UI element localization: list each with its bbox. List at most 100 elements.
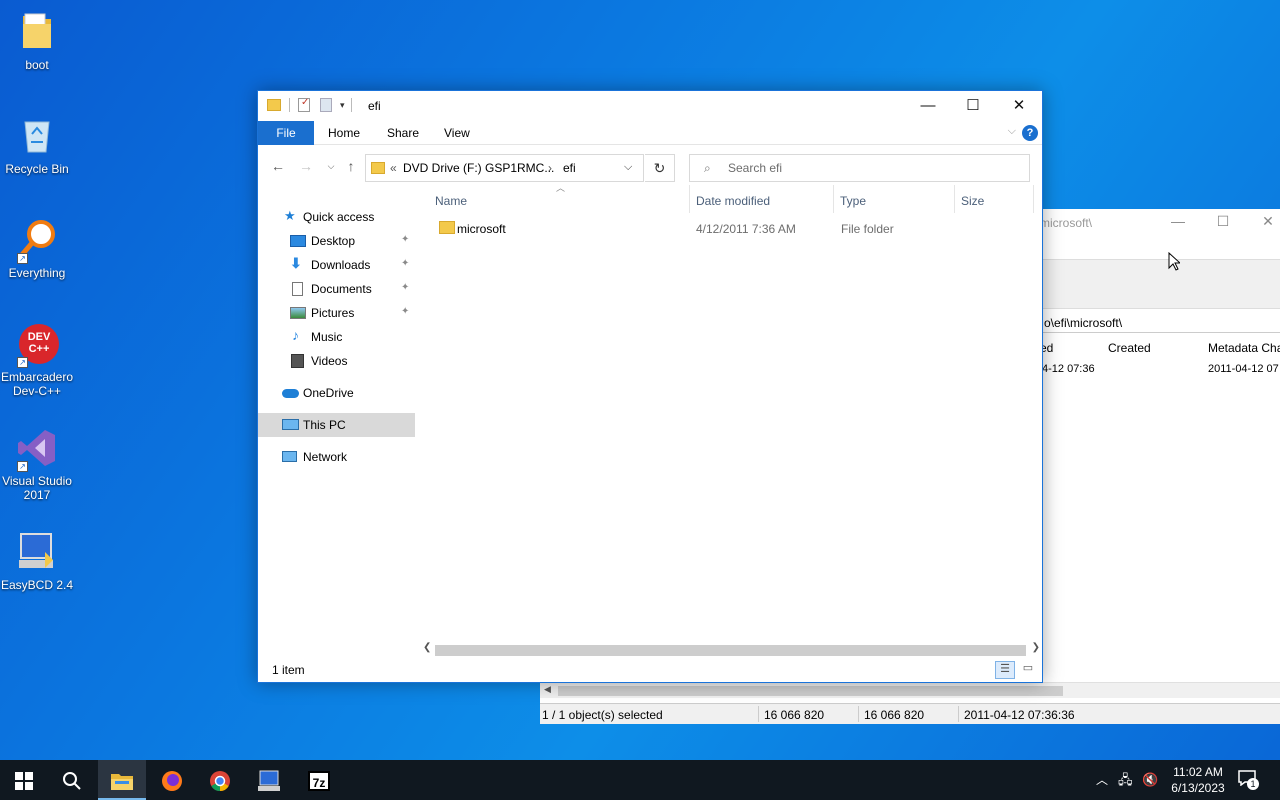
visual-studio-icon: ↗ <box>15 426 59 472</box>
search-input[interactable] <box>728 161 1008 175</box>
close-button[interactable]: ✕ <box>996 91 1042 121</box>
status-selected: 1 / 1 object(s) selected <box>542 708 663 722</box>
nav-videos[interactable]: Videos <box>258 349 415 373</box>
nav-quick-access[interactable]: ★ Quick access <box>258 205 415 229</box>
forward-arrow-icon[interactable]: → <box>296 156 316 176</box>
scrollbar-thumb[interactable] <box>435 645 1026 656</box>
scroll-left-icon[interactable]: ❮ <box>423 642 431 653</box>
maximize-button[interactable]: ☐ <box>950 91 996 121</box>
maximize-icon[interactable]: ☐ <box>1213 213 1233 233</box>
scroll-left-icon[interactable]: ◀ <box>544 684 551 695</box>
navigation-bar: ← → ⌵ ↑ « DVD Drive (F:) GSP1RMC... › ef… <box>258 145 1042 185</box>
folder-icon <box>111 773 133 790</box>
minimize-button[interactable]: — <box>905 91 951 121</box>
new-folder-icon[interactable] <box>320 98 332 112</box>
computer-icon <box>282 419 299 430</box>
column-header-type[interactable]: Type <box>840 194 866 208</box>
help-icon[interactable]: ? <box>1022 125 1038 141</box>
tab-share[interactable]: Share <box>373 121 433 145</box>
column-header-date-modified[interactable]: Date modified <box>696 194 770 208</box>
recent-locations-icon[interactable]: ⌵ <box>321 156 341 176</box>
properties-icon[interactable]: ✓ <box>298 97 310 112</box>
large-icons-view-icon[interactable]: ▭ <box>1018 661 1038 679</box>
back-arrow-icon[interactable]: ← <box>268 156 288 176</box>
expand-ribbon-icon[interactable]: ⌵ <box>1008 125 1016 138</box>
search-box[interactable]: ⌕ <box>689 154 1030 182</box>
column-header[interactable]: Created <box>1108 341 1151 355</box>
desktop-icon-visual-studio[interactable]: ↗ Visual Studio 2017 <box>0 426 74 502</box>
nav-onedrive[interactable]: OneDrive <box>258 381 415 405</box>
window-title: efi <box>368 99 381 113</box>
nav-downloads[interactable]: ⬇ Downloads ✦ <box>258 253 415 277</box>
explorer-titlebar: ✓ ▾ efi — ☐ ✕ <box>258 91 1042 121</box>
desktop-icon-everything[interactable]: ↗ Everything <box>0 218 74 280</box>
cell: 4-12 07:36 <box>1042 363 1095 375</box>
document-icon <box>292 282 303 296</box>
horizontal-scrollbar[interactable]: ◀ <box>540 682 1280 698</box>
taskbar-firefox[interactable] <box>148 760 196 800</box>
desktop-icon-devcpp[interactable]: DEV C++ ↗ Embarcadero Dev-C++ <box>0 322 74 398</box>
pin-icon[interactable]: ✦ <box>401 234 409 245</box>
chevron-down-icon[interactable]: ▾ <box>340 100 345 111</box>
minimize-icon[interactable]: — <box>1168 213 1188 233</box>
notification-center-button[interactable]: 1 <box>1238 770 1259 790</box>
network-icon <box>282 451 297 462</box>
nav-network[interactable]: Network <box>258 445 415 469</box>
search-icon: ⌕ <box>704 161 711 175</box>
chevron-up-icon[interactable]: ︿ <box>1096 760 1108 800</box>
cloud-icon <box>282 389 299 398</box>
details-view-icon[interactable]: ☰ <box>995 661 1015 679</box>
devcpp-badge: DEV C++ <box>27 331 51 355</box>
clock[interactable]: 11:02 AM 6/13/2023 <box>1162 764 1234 796</box>
taskbar-chrome[interactable] <box>196 760 244 800</box>
tab-home[interactable]: Home <box>314 121 374 145</box>
status-bar: 1 item ☰ ▭ <box>258 658 1042 682</box>
desktop-icon-boot[interactable]: boot <box>0 10 74 72</box>
up-arrow-icon[interactable]: ↑ <box>341 156 361 176</box>
scroll-right-icon[interactable]: ❯ <box>1032 642 1040 653</box>
tab-view[interactable]: View <box>430 121 484 145</box>
nav-this-pc[interactable]: This PC <box>258 413 415 437</box>
volume-muted-icon[interactable]: 🔇 <box>1142 760 1158 800</box>
file-row[interactable]: microsoft 4/12/2011 7:36 AM File folder <box>431 217 1031 239</box>
taskbar-7zip[interactable]: 7z <box>295 760 343 800</box>
taskbar-file-explorer[interactable] <box>98 760 146 800</box>
desktop-icon <box>290 235 306 247</box>
taskbar-easybcd[interactable] <box>245 760 293 800</box>
pin-icon[interactable]: ✦ <box>401 258 409 269</box>
breadcrumb-separator[interactable]: › <box>548 161 552 175</box>
horizontal-scrollbar[interactable]: ❮ ❯ <box>421 642 1042 659</box>
search-taskbar-button[interactable] <box>48 760 96 800</box>
bg-window-path[interactable]: o\efi\microsoft\ <box>1040 313 1280 333</box>
table-row[interactable]: 4-12 07:36 2011-04-12 07 <box>1030 359 1280 379</box>
pin-icon[interactable]: ✦ <box>401 306 409 317</box>
network-icon[interactable]: 🖧 <box>1118 760 1133 800</box>
desktop-icon-recycle-bin[interactable]: Recycle Bin <box>0 114 74 176</box>
nav-music[interactable]: ♪ Music <box>258 325 415 349</box>
nav-desktop[interactable]: Desktop ✦ <box>258 229 415 253</box>
file-name: microsoft <box>457 222 506 236</box>
chevron-down-icon[interactable]: ⌵ <box>624 161 632 174</box>
start-button[interactable] <box>0 760 48 800</box>
address-bar[interactable]: « DVD Drive (F:) GSP1RMC... › efi ⌵ <box>365 154 644 182</box>
pin-icon[interactable]: ✦ <box>401 282 409 293</box>
column-header-name[interactable]: Name <box>435 194 467 208</box>
breadcrumb-efi[interactable]: efi <box>563 161 576 175</box>
taskbar: 7z ︿ 🖧 🔇 11:02 AM 6/13/2023 1 <box>0 760 1280 800</box>
close-icon[interactable]: ✕ <box>1258 213 1278 233</box>
refresh-icon[interactable]: ↻ <box>645 154 675 182</box>
breadcrumb-drive[interactable]: DVD Drive (F:) GSP1RMC... <box>403 161 554 175</box>
breadcrumb-overflow[interactable]: « <box>390 161 397 175</box>
nav-documents[interactable]: Documents ✦ <box>258 277 415 301</box>
column-header-size[interactable]: Size <box>961 194 984 208</box>
column-header[interactable]: Metadata Cha <box>1208 341 1280 355</box>
file-explorer-window[interactable]: ✓ ▾ efi — ☐ ✕ File Home Share View ⌵ ? ←… <box>257 90 1043 683</box>
scrollbar-thumb[interactable] <box>558 686 1063 696</box>
chrome-icon <box>210 770 230 791</box>
nav-pictures[interactable]: Pictures ✦ <box>258 301 415 325</box>
desktop-icon-easybcd[interactable]: EasyBCD 2.4 <box>0 530 74 592</box>
download-arrow-icon: ⬇ <box>290 255 302 271</box>
tab-file[interactable]: File <box>258 121 314 145</box>
recycle-bin-icon <box>15 114 59 158</box>
mouse-cursor-icon <box>1168 252 1180 271</box>
